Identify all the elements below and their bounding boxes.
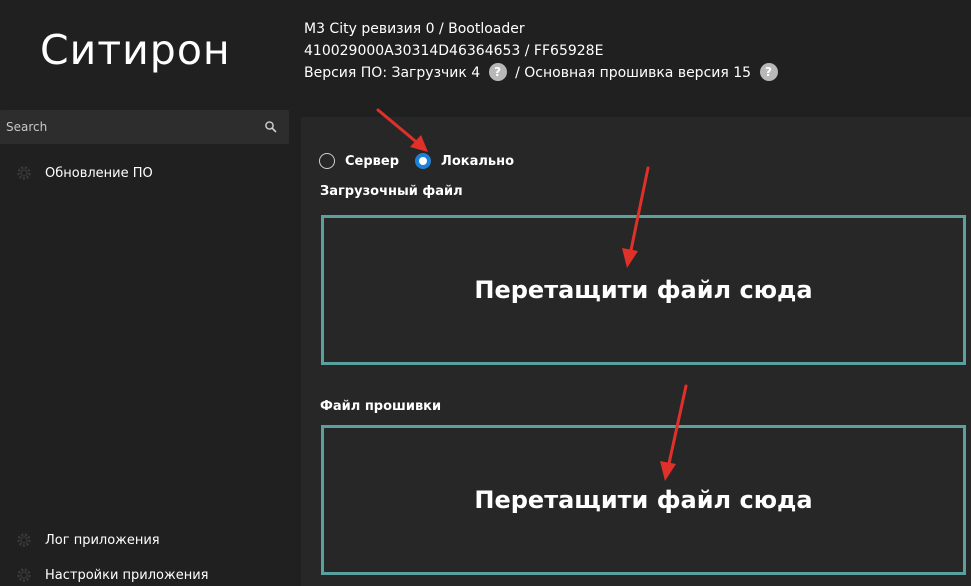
drop-zone-text: Перетащити файл сюда	[474, 276, 813, 304]
bootloader-drop-zone[interactable]: Перетащити файл сюда	[321, 215, 966, 365]
bootloader-help-icon[interactable]: ?	[488, 62, 507, 81]
sidebar-item-app-settings[interactable]: Настройки приложения	[16, 564, 209, 586]
sidebar-item-app-log[interactable]: Лог приложения	[16, 529, 160, 551]
search-box	[0, 110, 289, 144]
radio-label-server: Сервер	[345, 153, 400, 169]
sidebar: Обновление ПО Лог приложения Настройки п…	[0, 106, 290, 586]
firmware-update-panel: Сервер Локально Загрузочный файл Перетащ…	[301, 117, 971, 586]
sidebar-item-firmware-update[interactable]: Обновление ПО	[16, 162, 153, 184]
search-icon[interactable]	[264, 120, 278, 134]
firmware-drop-zone[interactable]: Перетащити файл сюда	[321, 425, 966, 575]
sidebar-item-label: Лог приложения	[45, 532, 160, 548]
device-model-line: M3 City ревизия 0 / Bootloader	[304, 21, 525, 37]
radio-label-local: Локально	[441, 153, 514, 169]
device-info: M3 City ревизия 0 / Bootloader 410029000…	[304, 18, 782, 84]
main-firmware-version-text: / Основная прошивка версия 15	[515, 65, 752, 81]
radio-button-local[interactable]	[415, 153, 432, 169]
bootloader-file-label: Загрузочный файл	[320, 184, 463, 199]
radio-option-local[interactable]: Локально	[415, 153, 514, 169]
bootloader-version-text: Версия ПО: Загрузчик 4	[304, 65, 481, 81]
sidebar-item-label: Настройки приложения	[45, 567, 209, 583]
app-title: Ситирон	[40, 26, 231, 74]
firmware-file-label: Файл прошивки	[320, 399, 442, 414]
header: Ситирон M3 City ревизия 0 / Bootloader 4…	[0, 0, 971, 106]
gear-icon	[17, 533, 31, 547]
firmware-version-line: Версия ПО: Загрузчик 4 ? / Основная прош…	[304, 62, 782, 84]
app-window: Ситирон M3 City ревизия 0 / Bootloader 4…	[0, 0, 971, 586]
radio-option-server[interactable]: Сервер	[319, 153, 399, 169]
gear-icon	[17, 568, 31, 582]
sidebar-item-label: Обновление ПО	[45, 165, 153, 181]
search-input[interactable]	[6, 110, 246, 144]
firmware-help-icon[interactable]: ?	[759, 62, 778, 81]
source-radio-group: Сервер Локально	[319, 153, 530, 169]
radio-button-server[interactable]	[319, 153, 335, 169]
device-id-line: 410029000A30314D46364653 / FF65928E	[304, 43, 604, 59]
drop-zone-text: Перетащити файл сюда	[474, 486, 813, 514]
gear-icon	[17, 166, 31, 180]
